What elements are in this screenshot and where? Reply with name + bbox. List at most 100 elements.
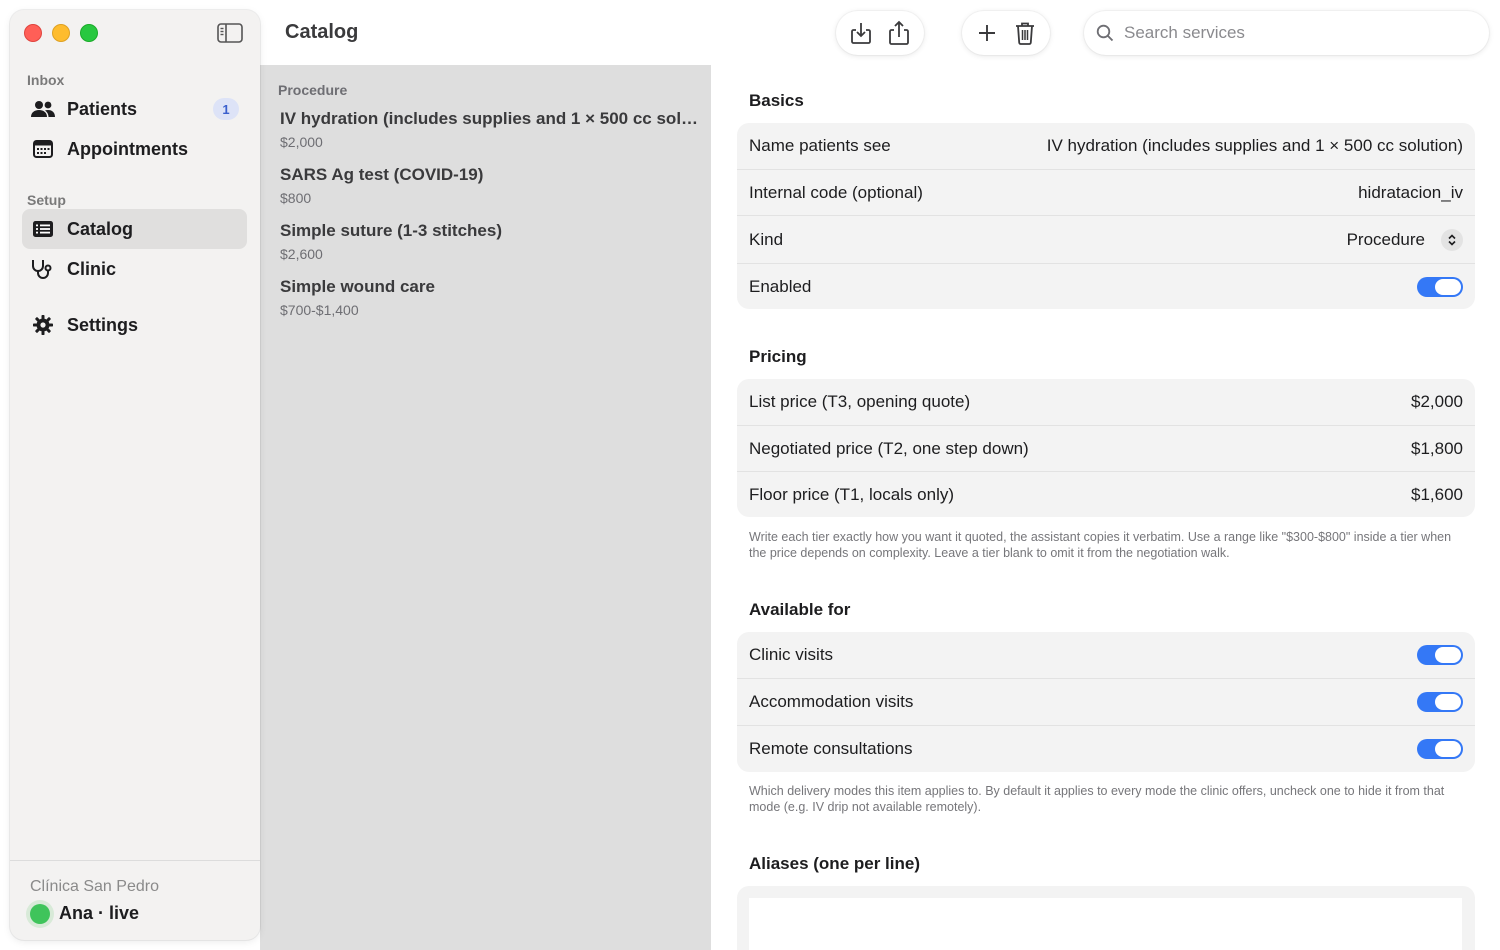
accommodation-visits-row: Accommodation visits xyxy=(737,678,1475,725)
negotiated-price-row: Negotiated price (T2, one step down) $1,… xyxy=(737,425,1475,471)
patients-count-badge: 1 xyxy=(213,98,239,120)
item-list: Procedure IV hydration (includes supplie… xyxy=(260,65,711,950)
row-label: Name patients see xyxy=(749,136,891,155)
remote-consultations-toggle[interactable] xyxy=(1417,739,1463,759)
list-price-field[interactable]: $2,000 xyxy=(1411,392,1463,412)
row-label: Kind xyxy=(749,229,784,249)
list-item-price: $800 xyxy=(280,190,312,206)
aliases-textarea[interactable] xyxy=(749,898,1462,950)
close-window-button[interactable] xyxy=(24,24,42,42)
search-icon xyxy=(1096,24,1114,42)
import-export-group xyxy=(836,11,924,55)
remote-consultations-row: Remote consultations xyxy=(737,725,1475,772)
up-down-chevron-icon xyxy=(1441,228,1463,251)
row-label: Negotiated price (T2, one step down) xyxy=(749,438,1029,458)
share-icon xyxy=(889,20,909,45)
zoom-window-button[interactable] xyxy=(80,24,98,42)
detail-panel: Basics Name patients see IV hydration (i… xyxy=(711,65,1500,950)
user-status-text: Ana · live xyxy=(59,903,140,923)
sidebar-item-clinic[interactable]: Clinic xyxy=(22,249,247,289)
aliases-card xyxy=(737,886,1475,950)
list-item-title: Simple suture (1-3 stitches) xyxy=(280,221,503,240)
sidebar-item-appointments[interactable]: Appointments xyxy=(22,129,247,169)
add-delete-group xyxy=(962,11,1050,55)
list-item-price: $700-$1,400 xyxy=(280,302,359,318)
list-group-header: Procedure xyxy=(278,82,348,98)
calendar-icon xyxy=(31,138,55,160)
accommodation-visits-toggle[interactable] xyxy=(1417,692,1463,712)
basics-card: Name patients see IV hydration (includes… xyxy=(737,123,1475,309)
list-price-row: List price (T3, opening quote) $2,000 xyxy=(737,379,1475,425)
sidebar-item-label: Settings xyxy=(67,314,139,335)
list-item-title: IV hydration (includes supplies and 1 × … xyxy=(280,109,700,128)
internal-code-row: Internal code (optional) hidratacion_iv xyxy=(737,169,1475,215)
kind-select[interactable]: Procedure xyxy=(1346,228,1463,251)
list-item[interactable]: IV hydration (includes supplies and 1 × … xyxy=(280,109,700,150)
kind-row: Kind Procedure xyxy=(737,215,1475,263)
plus-icon xyxy=(979,25,995,41)
sidebar-item-settings[interactable]: Settings xyxy=(22,305,247,345)
section-label-setup: Setup xyxy=(27,192,66,208)
app-window: Inbox Patients 1 Appointments Setup Cata… xyxy=(0,0,1500,950)
row-label: List price (T3, opening quote) xyxy=(749,392,971,411)
pricing-title: Pricing xyxy=(749,347,807,366)
list-icon xyxy=(31,218,55,240)
sidebar-item-label: Catalog xyxy=(67,218,134,239)
sidebar: Inbox Patients 1 Appointments Setup Cata… xyxy=(10,10,260,940)
pricing-help-text: Write each tier exactly how you want it … xyxy=(749,530,1452,560)
delete-item-button[interactable] xyxy=(1006,14,1044,52)
list-item[interactable]: Simple suture (1-3 stitches) $2,600 xyxy=(280,221,700,262)
sidebar-item-patients[interactable]: Patients 1 xyxy=(22,89,247,129)
stethoscope-icon xyxy=(31,258,55,280)
clinic-visits-toggle[interactable] xyxy=(1417,645,1463,665)
window-controls xyxy=(24,24,98,42)
floor-price-field[interactable]: $1,600 xyxy=(1411,485,1463,505)
share-button[interactable] xyxy=(880,14,918,52)
row-label: Accommodation visits xyxy=(749,692,914,711)
search-bar xyxy=(1084,11,1489,55)
import-icon xyxy=(851,23,871,44)
list-item[interactable]: SARS Ag test (COVID-19) $800 xyxy=(280,165,700,206)
people-icon xyxy=(31,98,55,120)
aliases-title: Aliases (one per line) xyxy=(749,854,920,873)
user-status[interactable]: Ana · live xyxy=(30,903,139,924)
available-card: Clinic visits Accommodation visits Remot… xyxy=(737,632,1475,772)
list-item-price: $2,000 xyxy=(280,134,323,150)
list-item[interactable]: Simple wound care $700-$1,400 xyxy=(280,277,700,318)
basics-title: Basics xyxy=(749,91,804,110)
row-label: Remote consultations xyxy=(749,739,913,758)
enabled-toggle[interactable] xyxy=(1417,276,1463,297)
kind-value: Procedure xyxy=(1346,229,1425,249)
sidebar-item-label: Appointments xyxy=(67,138,188,159)
list-item-title: SARS Ag test (COVID-19) xyxy=(280,165,484,184)
sidebar-item-label: Patients xyxy=(67,98,138,119)
sidebar-item-catalog[interactable]: Catalog xyxy=(22,209,247,249)
floor-price-row: Floor price (T1, locals only) $1,600 xyxy=(737,471,1475,517)
search-input[interactable] xyxy=(1124,23,1464,43)
section-label-inbox: Inbox xyxy=(27,72,65,88)
trash-icon xyxy=(1016,22,1034,45)
available-help-text: Which delivery modes this item applies t… xyxy=(749,784,1445,814)
minimize-window-button[interactable] xyxy=(52,24,70,42)
list-item-price: $2,600 xyxy=(280,246,323,262)
row-label: Enabled xyxy=(749,276,812,296)
clinic-name: Clínica San Pedro xyxy=(30,878,159,895)
clinic-visits-row: Clinic visits xyxy=(737,632,1475,678)
enabled-row: Enabled xyxy=(737,263,1475,309)
sidebar-footer: Clínica San Pedro Ana · live xyxy=(10,860,260,940)
sidebar-item-label: Clinic xyxy=(67,258,117,279)
row-label: Internal code (optional) xyxy=(749,182,923,202)
patient-name-field[interactable]: IV hydration (includes supplies and 1 × … xyxy=(1047,136,1463,156)
import-button[interactable] xyxy=(842,14,880,52)
status-dot-icon xyxy=(30,903,50,924)
pricing-card: List price (T3, opening quote) $2,000 Ne… xyxy=(737,379,1475,517)
row-label: Floor price (T1, locals only) xyxy=(749,484,955,504)
add-item-button[interactable] xyxy=(968,14,1006,52)
row-label: Clinic visits xyxy=(749,645,834,664)
page-title: Catalog xyxy=(285,21,359,43)
negotiated-price-field[interactable]: $1,800 xyxy=(1411,439,1463,459)
list-item-title: Simple wound care xyxy=(280,277,435,296)
internal-code-field[interactable]: hidratacion_iv xyxy=(1358,183,1463,203)
available-title: Available for xyxy=(749,600,851,619)
sidebar-toggle-icon[interactable] xyxy=(217,23,243,43)
